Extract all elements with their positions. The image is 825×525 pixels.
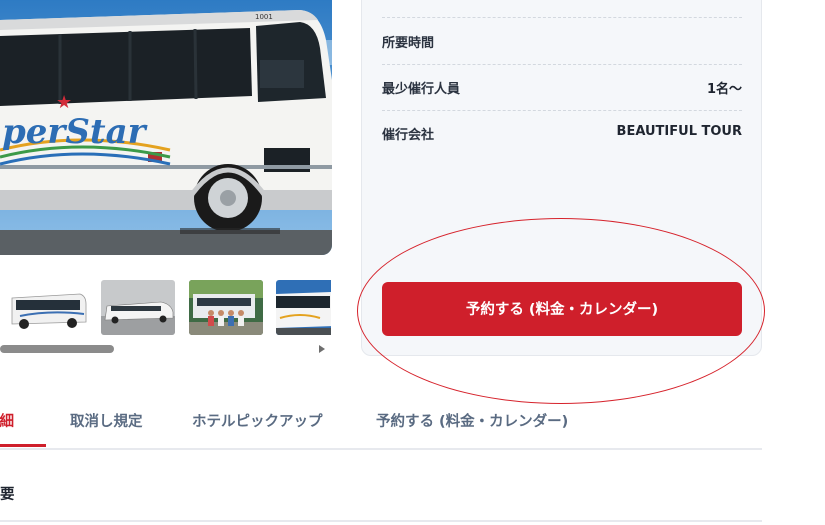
tab-details[interactable]: 詳細 — [0, 410, 14, 431]
thumbnail-minibus[interactable] — [0, 280, 88, 335]
info-row-min-participants: 最少催行人員 1名〜 — [382, 64, 742, 111]
book-button[interactable]: 予約する (料金・カレンダー) — [382, 282, 742, 336]
info-label: 所要時間 — [382, 36, 435, 51]
tab-booking[interactable]: 予約する (料金・カレンダー) — [376, 410, 568, 431]
svg-text:★: ★ — [56, 92, 72, 113]
thumbnail-strip — [0, 280, 331, 336]
tab-cancellation-policy[interactable]: 取消し規定 — [70, 410, 143, 431]
thumbnail-coach-bus[interactable] — [276, 280, 331, 335]
info-label: 最少催行人員 — [382, 82, 461, 97]
thumbnail-limousine[interactable] — [101, 280, 175, 335]
bus-logo-text: perStar — [2, 112, 148, 152]
scrollbar-thumb[interactable] — [0, 345, 114, 353]
divider — [0, 520, 762, 522]
section-heading: 要 — [0, 487, 15, 503]
info-value: 1名〜 — [706, 82, 742, 97]
info-label: 催行会社 — [382, 128, 435, 143]
thumbnail-group-photo[interactable] — [189, 280, 263, 335]
bus-number: 1001 — [255, 13, 273, 21]
info-row-operator: 催行会社 BEAUTIFUL TOUR — [382, 110, 742, 156]
tab-bar: 詳細 取消し規定 ホテルピックアップ 予約する (料金・カレンダー) — [0, 396, 762, 450]
info-row-duration: 所要時間 — [382, 18, 742, 65]
active-tab-indicator — [0, 444, 46, 447]
info-value: BEAUTIFUL TOUR — [616, 124, 742, 139]
scroll-right-arrow-icon[interactable] — [319, 345, 325, 353]
main-bus-image: perStar ★ 1001 — [0, 0, 332, 255]
tab-hotel-pickup[interactable]: ホテルピックアップ — [192, 410, 323, 431]
thumbnail-scrollbar[interactable] — [0, 344, 331, 355]
